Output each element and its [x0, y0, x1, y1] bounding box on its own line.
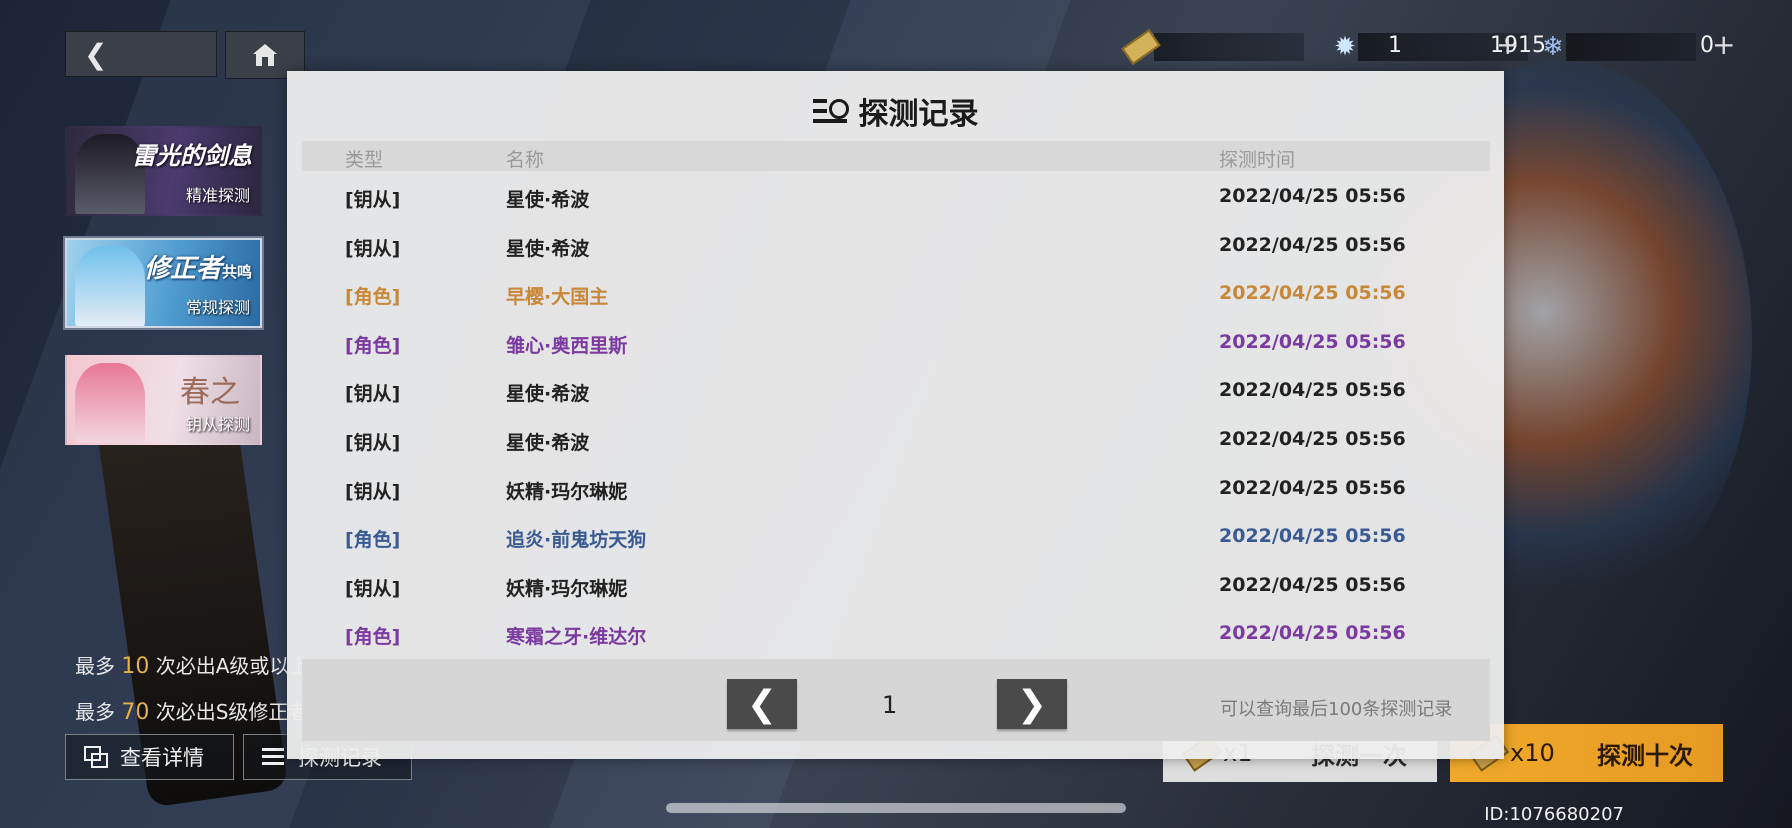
- record-type: [角色]: [345, 334, 401, 357]
- record-type: [钥从]: [345, 383, 401, 406]
- table-row: [钥从] 妖精·玛尔琳妮 2022/04/25 05:56: [287, 561, 1504, 610]
- banner-regular[interactable]: 修正者共鸣 常规探测: [63, 236, 264, 330]
- record-name: 寒霜之牙·维达尔: [506, 626, 647, 649]
- record-type: [角色]: [345, 626, 401, 649]
- next-page-button[interactable]: ❯: [997, 679, 1067, 729]
- resource-value: 1: [1388, 33, 1402, 58]
- table-row: [角色] 雏心·奥西里斯 2022/04/25 05:56: [287, 318, 1504, 367]
- view-details-label: 查看详情: [120, 746, 204, 770]
- list-icon: [262, 748, 284, 765]
- crystal-icon: ✹: [1334, 32, 1356, 62]
- record-name: 星使·希波: [506, 383, 590, 406]
- modal-header: 探测记录: [287, 91, 1504, 132]
- record-name: 早樱·大国主: [506, 286, 609, 309]
- header-type: 类型: [345, 149, 384, 171]
- record-name: 追炎·前鬼坊天狗: [506, 529, 647, 552]
- record-time: 2022/04/25 05:56: [1219, 185, 1406, 207]
- record-time: 2022/04/25 05:56: [1219, 573, 1406, 596]
- table-row: [角色] 寒霜之牙·维达尔 2022/04/25 05:56: [287, 609, 1504, 658]
- header-name: 名称: [506, 149, 545, 171]
- pity-suffix: 次必出S级修正者: [155, 700, 309, 724]
- pity-prefix: 最多: [75, 654, 115, 678]
- snowflake-gem-icon: ❄: [1542, 32, 1564, 62]
- pull-count: x10: [1510, 739, 1555, 767]
- table-row: [钥从] 星使·希波 2022/04/25 05:56: [287, 415, 1504, 464]
- record-time: 2022/04/25 05:56: [1219, 282, 1406, 305]
- record-time: 2022/04/25 05:56: [1219, 427, 1406, 450]
- chevron-left-icon: ❮: [84, 37, 108, 71]
- banner-title: 春之: [180, 375, 240, 410]
- table-row: [钥从] 星使·希波 2022/04/25 05:56: [287, 172, 1504, 221]
- record-time: 2022/04/25 05:56: [1219, 233, 1406, 256]
- resource-value: 0: [1700, 33, 1714, 58]
- record-type: [钥从]: [345, 431, 401, 454]
- back-button[interactable]: ❮: [65, 31, 217, 77]
- record-type: [钥从]: [345, 480, 401, 503]
- table-header: 类型 名称 探测时间: [302, 141, 1490, 171]
- banner-subtitle: 常规探测: [185, 298, 250, 317]
- details-icon: [84, 746, 108, 768]
- record-limit-note: 可以查询最后100条探测记录: [1220, 699, 1453, 720]
- record-name: 雏心·奥西里斯: [506, 334, 628, 357]
- record-time: 2022/04/25 05:56: [1219, 379, 1406, 402]
- resource-value: 1915: [1490, 33, 1546, 58]
- resource-crystal: ✹ 1915 +: [1328, 28, 1546, 64]
- record-name: 妖精·玛尔琳妮: [506, 480, 628, 503]
- user-id: ID:1076680207: [1484, 804, 1624, 825]
- record-time: 2022/04/25 05:56: [1219, 476, 1406, 499]
- pagination-bar: ❮ 1 ❯ 可以查询最后100条探测记录: [302, 659, 1490, 741]
- pity-prefix: 最多: [75, 700, 115, 724]
- ticket-icon: [1121, 29, 1161, 65]
- pity-text-s: 最多 70 次必出S级修正者: [75, 696, 308, 725]
- record-type: [钥从]: [345, 237, 401, 260]
- home-icon: [253, 44, 277, 66]
- chevron-left-icon: ❮: [746, 683, 778, 725]
- record-time: 2022/04/25 05:56: [1219, 622, 1406, 645]
- record-type: [钥从]: [345, 189, 401, 211]
- record-search-icon: [812, 97, 849, 125]
- table-row: [角色] 追炎·前鬼坊天狗 2022/04/25 05:56: [287, 512, 1504, 561]
- record-type: [角色]: [345, 286, 401, 309]
- banner-key[interactable]: 春之 钥从探测: [65, 355, 262, 445]
- table-row: [钥从] 星使·希波 2022/04/25 05:56: [287, 221, 1504, 270]
- chevron-right-icon: ❯: [1016, 683, 1048, 725]
- header-time: 探测时间: [1219, 149, 1296, 171]
- record-name: 妖精·玛尔琳妮: [506, 577, 628, 600]
- table-row: [钥从] 星使·希波 2022/04/25 05:56: [287, 366, 1504, 415]
- add-gem-button[interactable]: +: [1712, 28, 1735, 61]
- pull-label: 探测十次: [1597, 741, 1693, 770]
- resource-ticket: 1: [1121, 29, 1402, 65]
- record-time: 2022/04/25 05:56: [1219, 330, 1406, 353]
- record-list: [钥从] 星使·希波 2022/04/25 05:56 [钥从] 星使·希波 2022/0…: [287, 172, 1504, 658]
- record-name: 星使·希波: [506, 237, 590, 260]
- record-name: 星使·希波: [506, 431, 590, 454]
- record-time: 2022/04/25 05:56: [1219, 525, 1406, 548]
- table-row: [角色] 早樱·大国主 2022/04/25 05:56: [287, 269, 1504, 318]
- page-number: 1: [882, 691, 898, 719]
- banner-subtitle: 精准探测: [185, 186, 250, 205]
- resource-gem: ❄ 0 +: [1536, 28, 1735, 64]
- view-details-button[interactable]: 查看详情: [65, 734, 234, 780]
- prev-page-button[interactable]: ❮: [727, 679, 797, 729]
- pity-number: 10: [121, 654, 150, 679]
- character-portrait: [75, 246, 145, 326]
- banner-title: 修正者共鸣: [144, 248, 252, 285]
- banner-title-small: 共鸣: [221, 263, 252, 281]
- character-portrait: [75, 363, 145, 443]
- table-row: [钥从] 妖精·玛尔琳妮 2022/04/25 05:56: [287, 464, 1504, 513]
- banner-subtitle: 钥从探测: [185, 415, 250, 434]
- banner-title: 雷光的剑息: [132, 142, 252, 170]
- pity-number: 70: [121, 700, 150, 725]
- add-crystal-button[interactable]: +: [1496, 28, 1519, 61]
- record-type: [角色]: [345, 529, 401, 552]
- banner-title-main: 修正者: [143, 254, 222, 284]
- record-name: 星使·希波: [506, 189, 590, 211]
- modal-title: 探测记录: [858, 97, 979, 132]
- home-indicator[interactable]: [666, 803, 1126, 813]
- detection-record-modal: 探测记录 类型 名称 探测时间 [钥从] 星使·希波 2022/04/25 05:5…: [287, 71, 1504, 759]
- record-type: [钥从]: [345, 577, 401, 600]
- banner-precise[interactable]: 雷光的剑息 精准探测: [65, 126, 262, 216]
